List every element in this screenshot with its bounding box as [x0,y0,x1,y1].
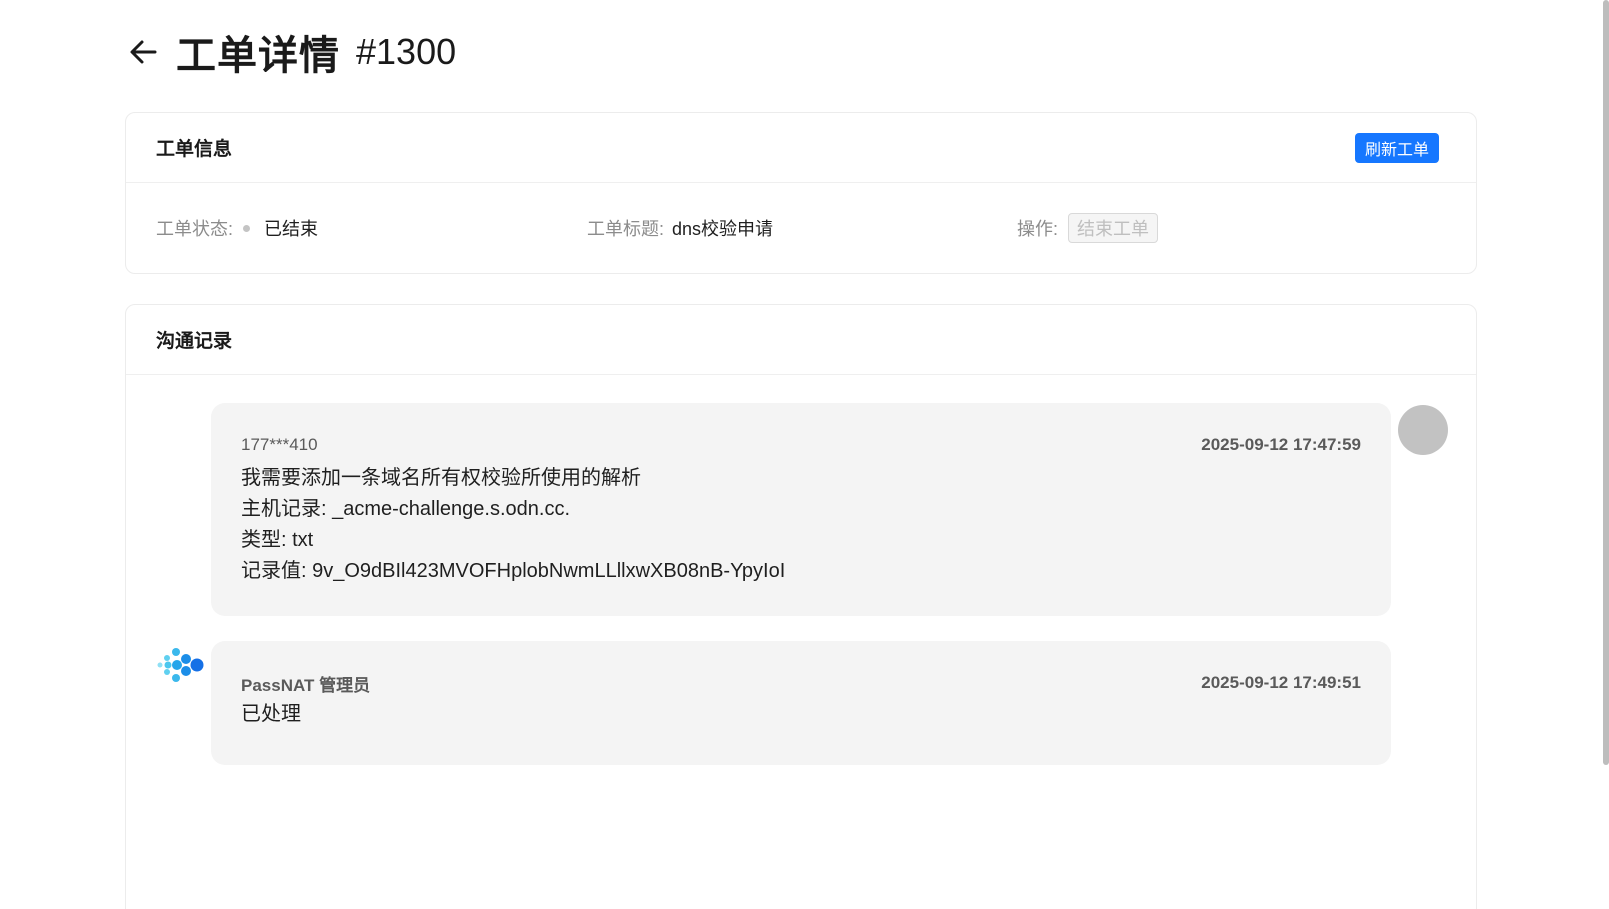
ticket-status: 工单状态: 已结束 [156,183,318,273]
ticket-info-card: 工单信息 刷新工单 工单状态: 已结束 工单标题: dns校验申请 操作: 结束… [125,112,1477,274]
arrow-left-icon[interactable] [126,35,160,69]
message-line: 我需要添加一条域名所有权校验所使用的解析 [241,467,641,489]
ticket-number: #1300 [356,31,457,72]
ticket-info-title: 工单信息 [156,139,233,160]
message-time: 2025-09-12 17:47:59 [1201,435,1361,454]
communication-header: 沟通记录 [126,305,1476,375]
message-line: 记录值: 9v_O9dBIl423MVOFHplobNwmLLllxwXB08n… [241,560,786,582]
close-ticket-button[interactable]: 结束工单 [1068,213,1159,243]
page-title: 工单详情 [176,34,340,78]
message-sender: PassNAT 管理员 [241,675,371,695]
message-header: PassNAT 管理员 2025-09-12 17:49:51 [241,671,1361,695]
message-sender: 177***410 [241,435,318,454]
status-dot [243,224,251,232]
ticket-actions: 操作: 结束工单 [1017,183,1159,273]
ticket-info-header: 工单信息 刷新工单 [126,113,1476,183]
ticket-subject: 工单标题: dns校验申请 [587,183,773,273]
page-header: 工单详情 #1300 [126,22,456,82]
refresh-ticket-button[interactable]: 刷新工单 [1354,132,1439,163]
ticket-info-row: 工单状态: 已结束 工单标题: dns校验申请 操作: 结束工单 [126,183,1476,273]
message-line: 类型: txt [241,529,314,551]
page-scrollbar[interactable] [1603,0,1609,765]
subject-label: 工单标题: [587,219,665,239]
message-line: 主机记录: _acme-challenge.s.odn.cc. [241,498,571,520]
passnat-logo-icon [156,645,204,685]
message-time: 2025-09-12 17:49:51 [1201,673,1361,692]
status-value: 已结束 [264,219,319,239]
communication-title: 沟通记录 [156,331,233,352]
ticket-detail-page: 工单详情 #1300 工单信息 刷新工单 工单状态: 已结束 工单标题: dns… [0,0,1609,909]
subject-value: dns校验申请 [672,219,774,239]
message-item: 177***410 2025-09-12 17:47:59 我需要添加一条域名所… [211,403,1391,616]
user-avatar [1398,405,1448,455]
message-line: 已处理 [241,703,301,725]
status-label: 工单状态: [156,219,234,239]
message-item: PassNAT 管理员 2025-09-12 17:49:51 已处理 [211,641,1391,765]
message-header: 177***410 2025-09-12 17:47:59 [241,433,1361,457]
communication-card: 沟通记录 177***410 2025-09-12 17:47:59 我需要添加… [125,304,1477,909]
action-label: 操作: [1017,219,1059,239]
